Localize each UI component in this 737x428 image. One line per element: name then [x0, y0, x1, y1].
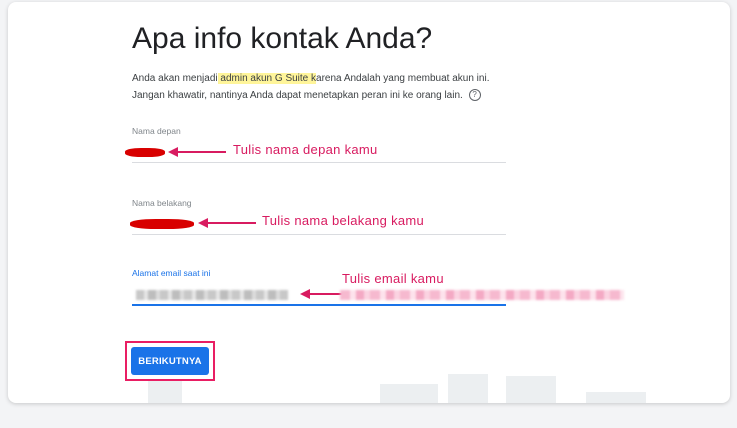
- next-button[interactable]: BERIKUTNYA: [131, 347, 209, 375]
- description-text-line2: Jangan khawatir, nantinya Anda dapat men…: [132, 90, 463, 101]
- arrow-left-icon: [168, 147, 226, 157]
- redacted-last-name: [130, 219, 194, 229]
- background-building: [506, 376, 556, 403]
- description-text: arena Andalah yang membuat akun ini.: [316, 73, 490, 84]
- redacted-first-name: [125, 148, 165, 157]
- description-highlight: admin akun G Suite k: [217, 73, 317, 84]
- help-circle-icon[interactable]: ?: [468, 89, 481, 102]
- background-building: [586, 392, 646, 403]
- background-building: [148, 380, 182, 403]
- description: Anda akan menjadi admin akun G Suite kar…: [132, 70, 532, 104]
- blurred-email-value: [136, 290, 288, 300]
- background-building: [380, 384, 438, 403]
- description-text: Anda akan menjadi: [132, 73, 218, 84]
- last-name-label: Nama belakang: [132, 198, 192, 208]
- background-building: [448, 374, 488, 403]
- page-title: Apa info kontak Anda?: [132, 22, 433, 55]
- first-name-label: Nama depan: [132, 126, 181, 136]
- last-name-underline: [132, 234, 506, 235]
- annotation-email: Tulis email kamu: [342, 271, 444, 286]
- annotation-last-name: Tulis nama belakang kamu: [262, 213, 425, 228]
- signup-card: Apa info kontak Anda? Anda akan menjadi …: [8, 2, 730, 403]
- email-label: Alamat email saat ini: [132, 268, 211, 278]
- email-underline: [132, 304, 506, 306]
- arrow-left-icon: [198, 218, 256, 228]
- first-name-underline: [132, 162, 506, 163]
- annotation-first-name: Tulis nama depan kamu: [233, 142, 378, 157]
- blurred-annotation-email: [340, 290, 624, 300]
